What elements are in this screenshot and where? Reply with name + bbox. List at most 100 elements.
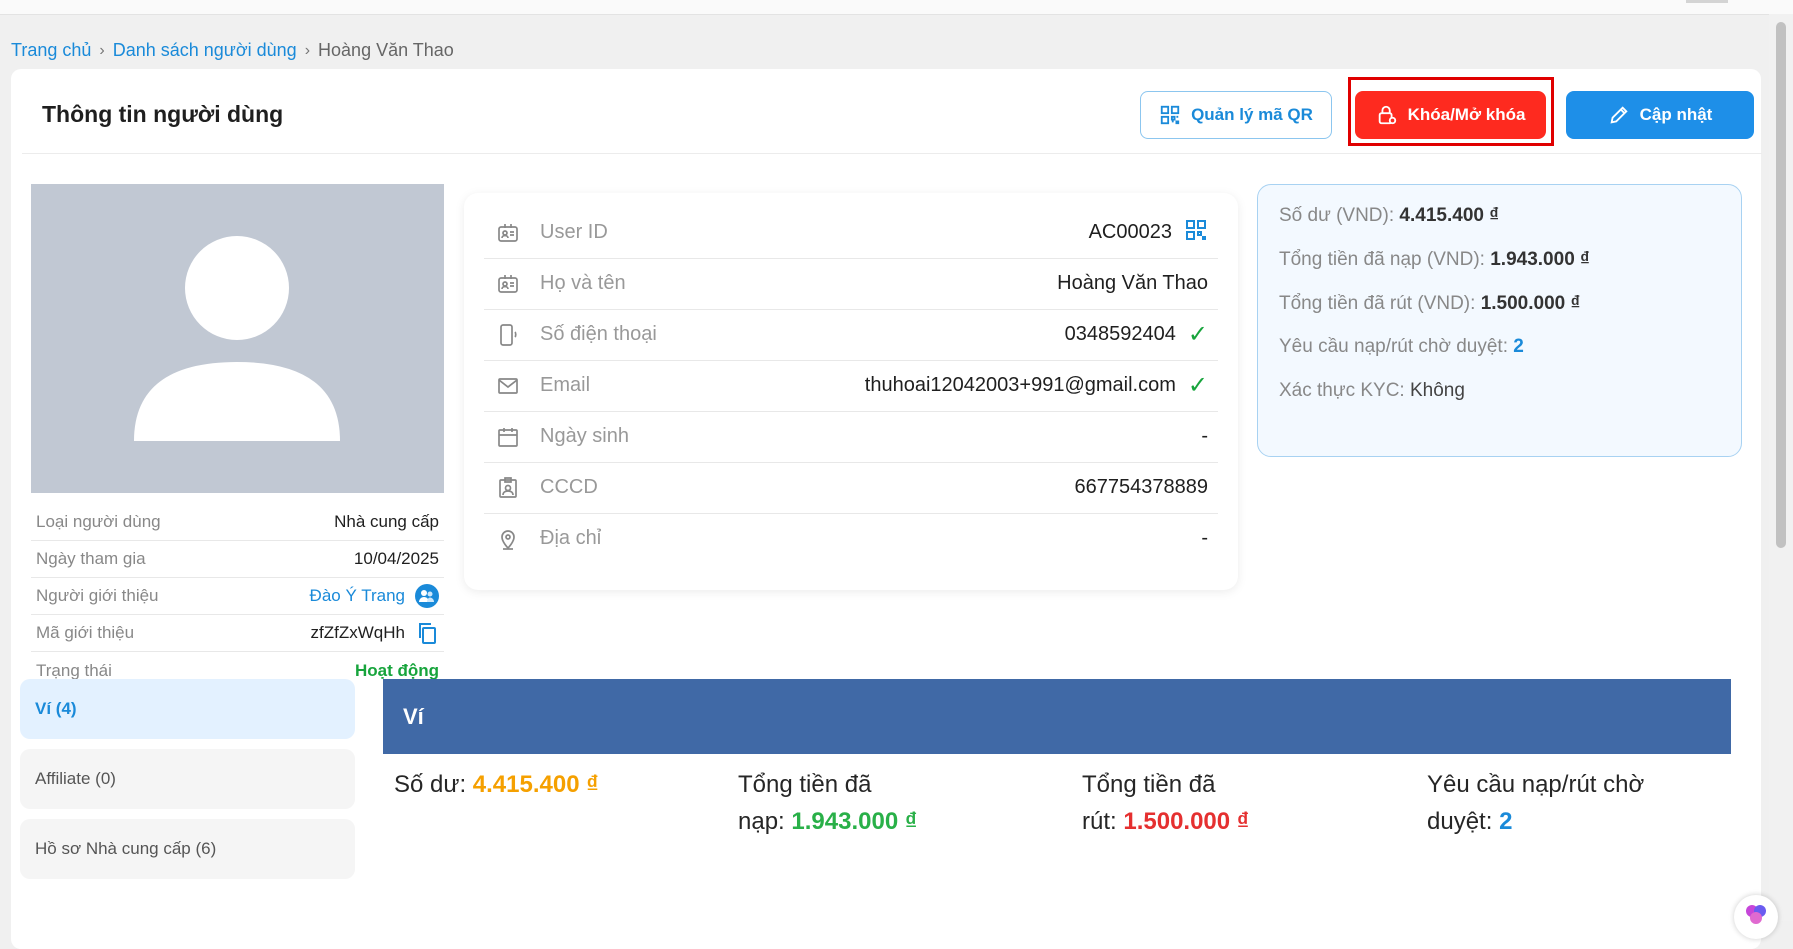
- avatar: [31, 184, 444, 493]
- info-label: Số điện thoại: [540, 323, 657, 345]
- wallet-total-withdraw: Tổng tiền đã rút: 1.500.000 ₫: [1082, 766, 1332, 840]
- breadcrumb: Trang chủ › Danh sách người dùng › Hoàng…: [11, 40, 454, 61]
- meta-label: Ngày tham gia: [36, 549, 146, 568]
- meta-row-join-date: Ngày tham gia 10/04/2025: [31, 541, 444, 578]
- info-label: Địa chỉ: [540, 527, 602, 549]
- scrollbar-thumb[interactable]: [1776, 22, 1786, 548]
- assistant-bubble[interactable]: [1734, 895, 1778, 939]
- user-placeholder-icon: [134, 236, 340, 441]
- wallet-stat-label: duyệt:: [1427, 808, 1493, 835]
- id-badge-icon: [494, 474, 522, 502]
- meta-label: Mã giới thiệu: [36, 623, 135, 642]
- stat-balance: Số dư (VND): 4.415.400 ₫: [1279, 205, 1499, 227]
- wallet-stat-value: 4.415.400 ₫: [472, 771, 599, 798]
- meta-row-referrer: Người giới thiệu Đào Ý Trang: [31, 578, 444, 615]
- verified-check-icon: ✓: [1187, 321, 1208, 348]
- meta-label: Trạng thái: [36, 660, 112, 680]
- stat-pending-requests: Yêu cầu nạp/rút chờ duyệt: 2: [1279, 336, 1524, 358]
- info-row-birthday: Ngày sinh -: [484, 411, 1218, 463]
- status-badge: Hoạt động: [354, 660, 439, 680]
- info-label: CCCD: [540, 476, 598, 498]
- info-row-phone: Số điện thoại 0348592404 ✓: [484, 309, 1218, 361]
- qr-code-icon[interactable]: [1184, 218, 1208, 248]
- breadcrumb-separator: ›: [99, 41, 105, 59]
- info-row-full-name: Họ và tên Hoàng Văn Thao: [484, 258, 1218, 310]
- personal-info-card: User ID AC00023 Họ và tên Hoàng Văn Thao…: [464, 193, 1238, 590]
- page-title: Thông tin người dùng: [42, 101, 284, 127]
- wallet-total-deposit: Tổng tiền đã nạp: 1.943.000 ₫: [738, 766, 988, 840]
- info-value: 0348592404 ✓: [1065, 320, 1208, 349]
- info-label: Họ và tên: [540, 272, 626, 294]
- manage-qr-label: Quản lý mã QR: [1191, 105, 1313, 124]
- stat-label: Xác thực KYC:: [1279, 380, 1405, 401]
- info-label: Email: [540, 374, 591, 396]
- info-row-id-number: CCCD 667754378889: [484, 462, 1218, 514]
- id-card-icon: [494, 219, 522, 247]
- brain-icon[interactable]: [1734, 895, 1778, 939]
- info-value: -: [1201, 527, 1208, 549]
- lock-icon: [1378, 105, 1396, 125]
- info-label: User ID: [540, 221, 608, 243]
- stat-label: Tổng tiền đã rút (VND):: [1279, 293, 1476, 314]
- wallet-stat-label: rút:: [1082, 808, 1117, 835]
- referrer-link[interactable]: Đào Ý Trang: [310, 584, 439, 608]
- breadcrumb-user-list[interactable]: Danh sách người dùng: [113, 40, 297, 61]
- meta-value: Nhà cung cấp: [334, 512, 439, 531]
- user-group-icon[interactable]: [415, 584, 439, 608]
- stat-total-withdraw: Tổng tiền đã rút (VND): 1.500.000 ₫: [1279, 293, 1580, 315]
- wallet-stat-value: 1.500.000 ₫: [1123, 808, 1250, 835]
- manage-qr-button[interactable]: Quản lý mã QR: [1140, 91, 1332, 139]
- update-label: Cập nhật: [1639, 105, 1713, 124]
- breadcrumb-home[interactable]: Trang chủ: [11, 40, 91, 61]
- stat-total-deposit: Tổng tiền đã nạp (VND): 1.943.000 ₫: [1279, 249, 1590, 271]
- card-header: Thông tin người dùng Quản lý mã QR Khóa/…: [22, 69, 1762, 154]
- mail-icon: [494, 372, 522, 400]
- meta-value: 10/04/2025: [353, 549, 439, 568]
- user-id-value: AC00023: [1088, 221, 1172, 243]
- wallet-stat-label: Tổng tiền đã: [738, 771, 872, 798]
- stat-kyc: Xác thực KYC: Không: [1279, 380, 1465, 402]
- stat-value: 2: [1513, 336, 1524, 357]
- stat-label: Yêu cầu nạp/rút chờ duyệt:: [1279, 336, 1508, 357]
- breadcrumb-separator: ›: [304, 41, 311, 59]
- id-card-icon: [494, 270, 522, 298]
- tab-supplier-profile[interactable]: Hồ sơ Nhà cung cấp (6): [20, 819, 355, 879]
- info-row-email: Email thuhoai12042003+991@gmail.com ✓: [484, 360, 1218, 412]
- update-button[interactable]: Cập nhật: [1566, 91, 1754, 139]
- stat-value: 4.415.400 ₫: [1399, 205, 1499, 226]
- wallet-section-header: Ví: [383, 679, 1731, 754]
- wallet-stat-value: 1.943.000 ₫: [791, 808, 918, 835]
- wallet-balance: Số dư: 4.415.400 ₫: [394, 766, 644, 803]
- phone-value: 0348592404: [1064, 323, 1176, 345]
- tab-wallet[interactable]: Ví (4): [20, 679, 355, 739]
- wallet-stat-label: Số dư:: [394, 771, 467, 798]
- info-value: -: [1201, 425, 1208, 447]
- wallet-pending-requests: Yêu cầu nạp/rút chờ duyệt: 2: [1427, 766, 1677, 840]
- wallet-stat-label: nạp:: [738, 808, 785, 835]
- wallet-stat-value: 2: [1499, 808, 1513, 835]
- referral-code: zfZfZxWqHh: [311, 621, 439, 645]
- tab-affiliate[interactable]: Affiliate (0): [20, 749, 355, 809]
- wallet-stat-label: Yêu cầu nạp/rút chờ: [1427, 771, 1645, 798]
- info-value: 667754378889: [1074, 476, 1208, 498]
- referrer-name[interactable]: Đào Ý Trang: [310, 586, 405, 606]
- phone-icon: [494, 321, 522, 349]
- referral-code-value: zfZfZxWqHh: [310, 623, 405, 642]
- stat-value: Không: [1410, 380, 1465, 401]
- meta-label: Loại người dùng: [36, 512, 161, 531]
- info-value: AC00023: [1089, 218, 1208, 248]
- stat-value: 1.500.000 ₫: [1480, 293, 1581, 314]
- calendar-icon: [494, 423, 522, 451]
- info-value: thuhoai12042003+991@gmail.com ✓: [865, 371, 1208, 400]
- verified-check-icon: ✓: [1187, 372, 1208, 399]
- copy-icon[interactable]: [415, 621, 439, 645]
- page-scrollbar[interactable]: [1769, 14, 1793, 921]
- email-value: thuhoai12042003+991@gmail.com: [864, 374, 1176, 396]
- profile-meta: Loại người dùng Nhà cung cấp Ngày tham g…: [31, 504, 444, 689]
- top-bar-marker: [1686, 0, 1728, 3]
- stat-label: Tổng tiền đã nạp (VND):: [1279, 249, 1485, 270]
- browser-top-bar: [0, 0, 1793, 15]
- qr-code-icon: [1160, 105, 1180, 125]
- lock-unlock-button[interactable]: Khóa/Mở khóa: [1355, 91, 1546, 139]
- section-tabs: Ví (4) Affiliate (0) Hồ sơ Nhà cung cấp …: [20, 679, 355, 889]
